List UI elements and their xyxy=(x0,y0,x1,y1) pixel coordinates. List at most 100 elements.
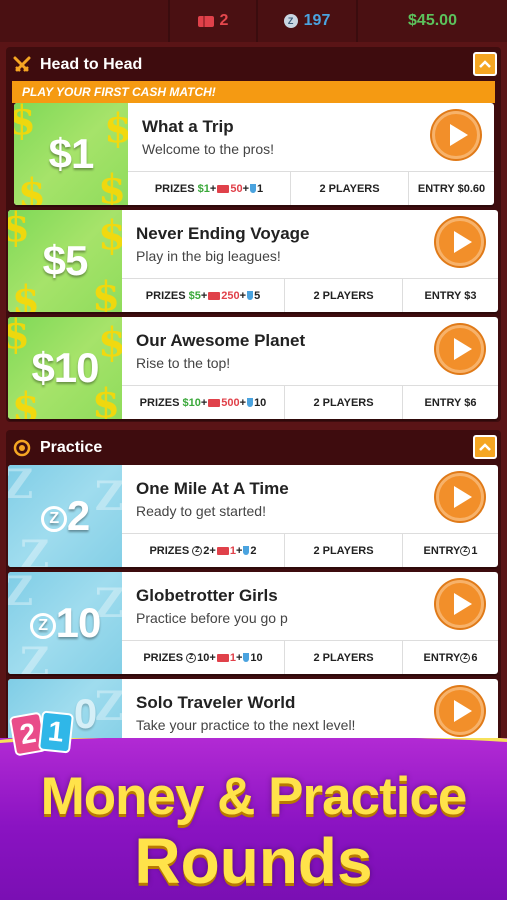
play-button[interactable] xyxy=(436,473,484,521)
prize-tickets: 1 xyxy=(229,651,236,664)
z-coin-icon: Z xyxy=(186,652,197,663)
prize-cash: $10 xyxy=(182,396,201,409)
promo-headline: Money & Practice xyxy=(40,767,468,826)
prize-trophy: 1 xyxy=(257,182,264,195)
practice-title: Solo Traveler World xyxy=(136,693,296,712)
z-coin-icon: Z xyxy=(40,505,67,532)
play-icon xyxy=(449,124,468,146)
prizes-info: PRIZES Z 10 +1 +10 xyxy=(143,651,263,664)
zcoin-count: 197 xyxy=(303,12,331,29)
tickets-count: 2 xyxy=(219,12,229,29)
prize-trophy: 2 xyxy=(250,544,257,557)
prize-cash: $5 xyxy=(188,289,201,302)
match-card-3[interactable]: $ $ $ $ $10 Our Awesome Planet Rise to t… xyxy=(8,317,498,419)
match-thumbnail: $ $ $ $ $10 xyxy=(8,317,122,419)
z-coin-icon: Z xyxy=(283,14,298,28)
match-title: What a Trip xyxy=(142,117,234,136)
match-details: PRIZES $1 +50 +1 2 PLAYERS ENTRY $0.60 xyxy=(128,171,494,205)
practice-thumbnail: Z Z Z Z2 xyxy=(8,465,122,567)
prizes-info: PRIZES Z 2 +1 +2 xyxy=(149,544,257,557)
prizes-label: PRIZES xyxy=(139,396,180,409)
trophy-icon xyxy=(250,184,257,193)
practice-thumbnail: Z Z Z Z 10 xyxy=(8,572,122,674)
collapse-head-to-head-button[interactable] xyxy=(473,52,497,76)
match-title: Never Ending Voyage xyxy=(136,224,310,243)
players-count: 2 PLAYERS xyxy=(290,172,408,205)
chevron-up-icon xyxy=(479,443,491,451)
players-count: 2 PLAYERS xyxy=(284,641,402,674)
prizes-label: PRIZES xyxy=(145,289,186,302)
trophy-icon xyxy=(247,291,254,300)
practice-title: Globetrotter Girls xyxy=(136,586,278,605)
collapse-practice-button[interactable] xyxy=(473,435,497,459)
practice-card-1[interactable]: Z Z Z Z2 One Mile At A Time Ready to get… xyxy=(8,465,498,567)
ticket-icon xyxy=(208,398,221,407)
match-thumbnail: $ $ $ $ $5 xyxy=(8,210,122,312)
practice-subtitle: Take your practice to the next level! xyxy=(136,717,356,733)
players-count: 2 PLAYERS xyxy=(284,279,402,312)
match-card-1[interactable]: $ $ $ $ $1 What a Trip Welcome to the pr… xyxy=(14,103,494,205)
practice-card-2[interactable]: Z Z Z Z 10 Globetrotter Girls Practice be… xyxy=(8,572,498,674)
play-button[interactable] xyxy=(432,111,480,159)
players-count: 2 PLAYERS xyxy=(284,386,402,419)
section-header-head-to-head: Head to Head xyxy=(6,47,501,83)
match-details: PRIZES $5 +250 +5 2 PLAYERS ENTRY $3 xyxy=(122,278,498,312)
ticket-icon xyxy=(208,291,221,300)
practice-subtitle: Ready to get started! xyxy=(136,503,266,519)
top-bar-spacer xyxy=(0,0,168,42)
section-title: Practice xyxy=(40,439,103,456)
prize-z: 2 xyxy=(203,544,210,557)
entry-fee: ENTRY $0.60 xyxy=(408,172,494,205)
play-button[interactable] xyxy=(436,218,484,266)
prize-trophy: 5 xyxy=(254,289,261,302)
practice-amount: Z2 xyxy=(40,492,90,540)
z-coin-icon: Z xyxy=(192,545,203,556)
chevron-up-icon xyxy=(479,60,491,68)
ticket-icon xyxy=(216,546,229,555)
match-subtitle: Rise to the top! xyxy=(136,355,231,371)
players-count: 2 PLAYERS xyxy=(284,534,402,567)
practice-subtitle: Practice before you go p xyxy=(136,610,288,626)
app-logo: 2 1 xyxy=(8,708,78,758)
entry-fee: ENTRY Z 6 xyxy=(402,641,498,674)
zcoin-balance[interactable]: Z 197 xyxy=(256,0,356,42)
match-amount: $10 xyxy=(31,344,99,391)
match-subtitle: Play in the big leagues! xyxy=(136,248,281,264)
play-icon xyxy=(453,700,472,722)
practice-details: PRIZES Z 10 +1 +10 2 PLAYERS ENTRY Z 6 xyxy=(122,640,498,674)
crossed-swords-icon xyxy=(12,55,32,75)
section-header-practice: Practice xyxy=(6,430,501,466)
play-button[interactable] xyxy=(436,687,484,735)
match-thumbnail: $ $ $ $ $1 xyxy=(14,103,128,205)
first-cash-match-banner: PLAY YOUR FIRST CASH MATCH! xyxy=(12,81,495,103)
practice-title: One Mile At A Time xyxy=(136,479,289,498)
prize-trophy: 10 xyxy=(254,396,267,409)
promo-banner: Money & Practice Rounds xyxy=(0,738,507,900)
cash-balance[interactable]: $45.00 xyxy=(356,0,507,42)
play-button[interactable] xyxy=(436,580,484,628)
entry-fee: ENTRY Z 1 xyxy=(402,534,498,567)
match-details: PRIZES $10 +500 +10 2 PLAYERS ENTRY $6 xyxy=(122,385,498,419)
prize-tickets: 50 xyxy=(230,182,243,195)
practice-amount: Z 10 xyxy=(29,599,101,647)
trophy-icon xyxy=(243,653,250,662)
play-button[interactable] xyxy=(436,325,484,373)
match-amount: $1 xyxy=(48,130,95,177)
match-title: Our Awesome Planet xyxy=(136,331,306,350)
prizes-info: PRIZES $5 +250 +5 xyxy=(145,289,261,302)
tickets-balance[interactable]: 2 xyxy=(168,0,256,42)
trophy-icon xyxy=(243,546,250,555)
match-card-2[interactable]: $ $ $ $ $5 Never Ending Voyage Play in t… xyxy=(8,210,498,312)
practice-details: PRIZES Z 2 +1 +2 2 PLAYERS ENTRY Z 1 xyxy=(122,533,498,567)
prize-z: 10 xyxy=(197,651,210,664)
prize-trophy: 10 xyxy=(250,651,263,664)
promo-subheadline: Rounds xyxy=(134,825,373,897)
match-subtitle: Welcome to the pros! xyxy=(142,141,275,157)
play-icon xyxy=(453,338,472,360)
match-amount: $5 xyxy=(42,237,89,284)
prizes-info: PRIZES $1 +50 +1 xyxy=(154,182,264,195)
z-coin-icon: Z xyxy=(460,545,471,556)
play-icon xyxy=(453,593,472,615)
prizes-label: PRIZES xyxy=(154,182,195,195)
entry-fee: ENTRY $6 xyxy=(402,386,498,419)
